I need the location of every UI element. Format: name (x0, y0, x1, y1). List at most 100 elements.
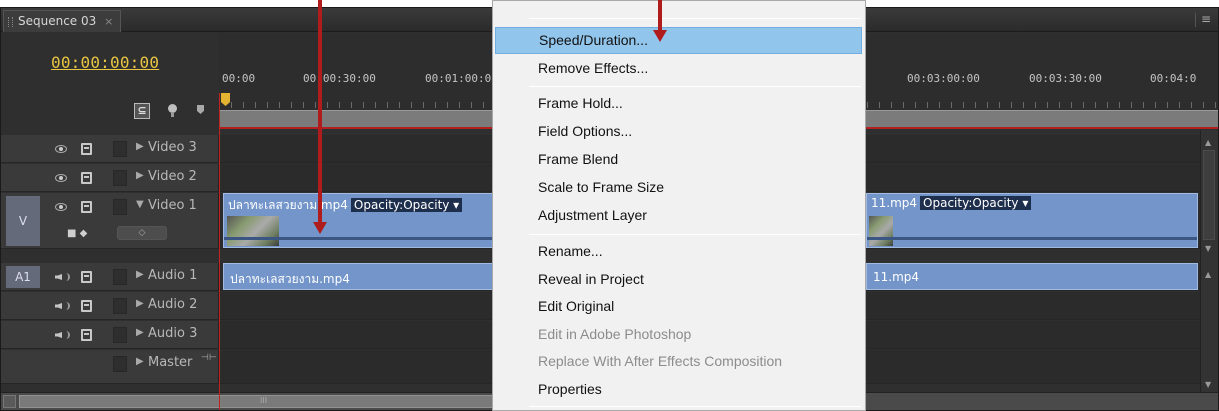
expand-triangle-icon[interactable]: ▶ (136, 269, 144, 280)
source-target-v[interactable]: V (6, 196, 40, 246)
track-name: Video 1 (148, 198, 197, 213)
video-clip[interactable]: ปลาทะเลสวยงาม.mp4 Opacity:Opacity ▾ (223, 193, 495, 248)
scroll-up-icon[interactable]: ▲ (1205, 138, 1211, 147)
sync-icon[interactable]: ⊣⊢ (201, 353, 217, 363)
ruler-label: 00:01:00:0 (425, 72, 492, 85)
track-name: Audio 3 (148, 326, 198, 341)
expand-triangle-icon[interactable]: ▶ (136, 141, 144, 152)
marker-icon[interactable] (165, 103, 181, 119)
eye-icon[interactable] (55, 203, 67, 211)
opacity-rubberband[interactable] (867, 237, 1197, 240)
track-header: V ▼ Video 1 ■ ◆ ◇ (1, 193, 219, 248)
track-name: Audio 2 (148, 297, 198, 312)
ruler-label: 00:00:30:00 (303, 72, 376, 85)
film-icon[interactable] (81, 143, 92, 155)
keyframe-navigator[interactable]: ◇ (117, 226, 167, 240)
menu-item-frame-blend[interactable]: Frame Blend (495, 146, 862, 173)
panel-menu-glyph: ≡ (1200, 12, 1211, 26)
clip-name: 11.mp4 (871, 196, 918, 210)
track-lock-toggle[interactable] (113, 327, 127, 343)
scroll-down-icon[interactable]: ▼ (1205, 380, 1211, 389)
film-icon[interactable] (81, 172, 92, 184)
clip-thumbnail (869, 216, 893, 246)
scroll-thumb[interactable]: III (19, 395, 499, 408)
expand-triangle-icon[interactable]: ▶ (136, 327, 144, 338)
ruler-label: 00:00 (222, 72, 256, 85)
zoom-handle[interactable] (3, 395, 16, 408)
expand-triangle-icon[interactable]: ▶ (136, 170, 144, 181)
tab-close-icon[interactable]: × (104, 15, 113, 28)
track-lock-toggle[interactable] (113, 269, 127, 285)
track-lock-toggle[interactable] (113, 141, 127, 157)
track-lock-toggle[interactable] (113, 170, 127, 186)
menu-item-edit-original[interactable]: Edit Original (495, 293, 862, 320)
vertical-scrollbar[interactable]: ▲ ▼ ▲ ▼ (1200, 130, 1218, 410)
panel-menu-icon[interactable]: ≡ (1194, 12, 1211, 27)
clip-title: ปลาทะเลสวยงาม.mp4 Opacity:Opacity ▾ (228, 196, 463, 215)
menu-item-frame-hold[interactable]: Frame Hold... (495, 90, 862, 117)
video-clip[interactable]: 11.mp4 Opacity:Opacity ▾ (866, 193, 1198, 248)
track-header: ▶ Master ⊣⊢ (1, 350, 219, 383)
track-header: ▶ Video 3 (1, 135, 219, 162)
speaker-icon[interactable] (55, 330, 70, 340)
keyframe-icon[interactable] (193, 103, 209, 119)
playhead-timecode[interactable]: 00:00:00:00 (51, 53, 159, 72)
audio-clip[interactable]: 11.mp4 (866, 263, 1198, 290)
display-style-icon[interactable]: ■ ◆ (67, 228, 87, 239)
track-lock-toggle[interactable] (113, 199, 127, 215)
snap-icon[interactable]: ⊆ (134, 103, 150, 119)
menu-separator (529, 406, 861, 407)
menu-item-edit-in-photoshop: Edit in Adobe Photoshop (538, 326, 692, 342)
track-name: Audio 1 (148, 268, 198, 283)
collapse-triangle-icon[interactable]: ▼ (136, 199, 144, 210)
menu-separator (529, 234, 861, 235)
ruler-label: 00:03:30:00 (1029, 72, 1102, 85)
annotation-arrow-line (318, 0, 322, 224)
tab-grip-icon[interactable] (8, 17, 13, 27)
menu-item-rename[interactable]: Rename... (495, 238, 862, 265)
track-header: ▶ Video 2 (1, 164, 219, 191)
expand-triangle-icon[interactable]: ▶ (136, 298, 144, 309)
clip-effect-menu[interactable]: Opacity:Opacity ▾ (350, 198, 463, 212)
menu-item-remove-effects[interactable]: Remove Effects... (495, 55, 862, 82)
clip-name: 11.mp4 (873, 270, 920, 284)
source-target-a1[interactable]: A1 (6, 266, 40, 288)
eye-icon[interactable] (55, 174, 67, 182)
clip-thumbnail (227, 216, 279, 246)
menu-item-properties[interactable]: Properties (495, 376, 862, 403)
speaker-icon[interactable] (55, 301, 70, 311)
track-name: Video 2 (148, 169, 197, 184)
scroll-down-icon[interactable]: ▼ (1205, 244, 1211, 253)
menu-item-reveal-in-project[interactable]: Reveal in Project (495, 266, 862, 293)
tab-label: Sequence 03 (18, 14, 97, 28)
film-icon[interactable] (81, 271, 92, 283)
playhead-line[interactable] (219, 93, 220, 410)
film-icon[interactable] (81, 201, 92, 213)
tab-sequence[interactable]: Sequence 03 × (3, 10, 121, 32)
scroll-up-icon[interactable]: ▲ (1205, 270, 1211, 279)
clip-title: 11.mp4 Opacity:Opacity ▾ (871, 196, 1032, 210)
timeline-header: 00:00:00:00 ⊆ (1, 33, 219, 125)
audio-clip[interactable]: ปลาทะเลสวยงาม.mp4 (223, 263, 495, 290)
menu-separator (529, 86, 861, 87)
track-lock-toggle[interactable] (113, 298, 127, 314)
track-lock-toggle[interactable] (113, 356, 127, 372)
film-icon[interactable] (81, 329, 92, 341)
panel-menu-rail (1194, 13, 1196, 27)
track-header: ▶ Audio 2 (1, 292, 219, 319)
menu-item-adjustment-layer[interactable]: Adjustment Layer (495, 202, 862, 229)
menu-item-scale-to-frame[interactable]: Scale to Frame Size (495, 174, 862, 201)
track-name: Master (148, 355, 193, 370)
expand-triangle-icon[interactable]: ▶ (136, 356, 144, 367)
menu-item-field-options[interactable]: Field Options... (495, 118, 862, 145)
scroll-thumb[interactable] (1203, 150, 1215, 240)
clip-effect-menu[interactable]: Opacity:Opacity ▾ (920, 196, 1032, 210)
speaker-icon[interactable] (55, 272, 70, 282)
opacity-rubberband[interactable] (224, 237, 494, 240)
track-header: ▶ Audio 3 (1, 321, 219, 348)
menu-item-replace-with-ae: Replace With After Effects Composition (538, 353, 783, 369)
eye-icon[interactable] (55, 145, 67, 153)
film-icon[interactable] (81, 300, 92, 312)
ruler-label: 00:04:0 (1150, 72, 1197, 85)
menu-item-speed-duration[interactable]: Speed/Duration... (495, 27, 862, 54)
